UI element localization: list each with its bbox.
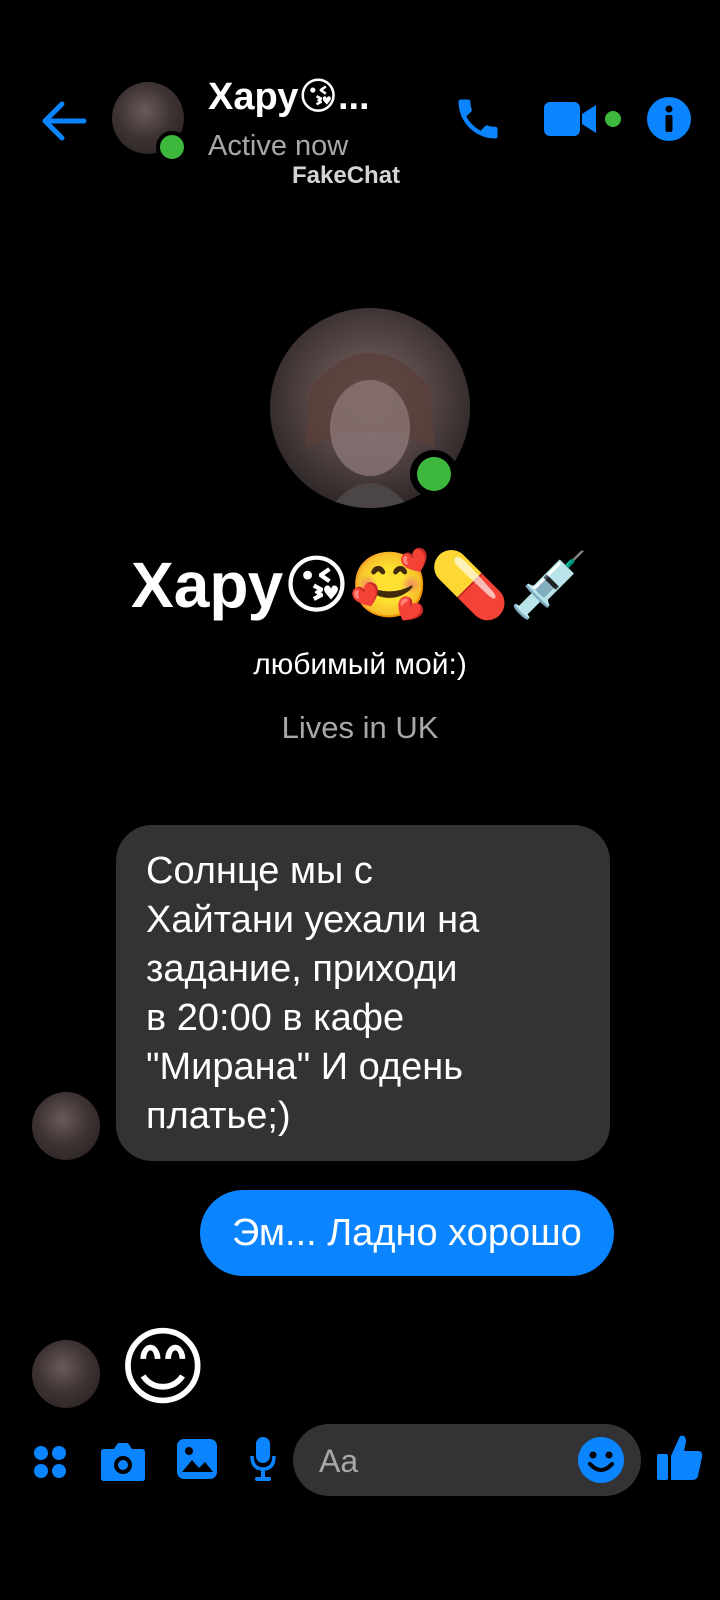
contact-avatar[interactable] [32, 1340, 100, 1408]
profile-bio: любимый мой:) [253, 648, 467, 681]
incoming-message[interactable]: Солнце мы с Хайтани уехали на задание, п… [116, 825, 610, 1161]
video-active-dot [605, 111, 621, 127]
thumbs-up-icon[interactable] [656, 1432, 704, 1482]
grid-menu-icon[interactable] [32, 1444, 68, 1480]
profile-name: Хару😘🥰💊💉 [131, 549, 589, 621]
phone-icon[interactable] [452, 93, 504, 145]
online-indicator [156, 131, 188, 163]
watermark: FakeChat [292, 162, 401, 184]
profile-location: Lives in UK [281, 710, 439, 745]
online-indicator [410, 450, 458, 498]
image-icon[interactable] [176, 1438, 218, 1480]
emoji-message[interactable]: 😊 [118, 1318, 208, 1418]
message-input[interactable] [317, 1424, 571, 1498]
emoji-icon[interactable] [577, 1436, 625, 1484]
info-icon[interactable] [646, 96, 692, 142]
microphone-icon[interactable] [250, 1436, 276, 1482]
message-input-box[interactable] [293, 1424, 641, 1498]
video-camera-icon[interactable] [544, 98, 602, 140]
contact-avatar[interactable] [32, 1092, 100, 1160]
outgoing-message[interactable]: Эм... Ладно хорошо [200, 1190, 614, 1276]
active-status: Active now [208, 130, 349, 162]
back-arrow-icon[interactable] [38, 96, 88, 146]
camera-icon[interactable] [100, 1440, 146, 1482]
contact-name[interactable]: Хару😘... [208, 74, 370, 119]
